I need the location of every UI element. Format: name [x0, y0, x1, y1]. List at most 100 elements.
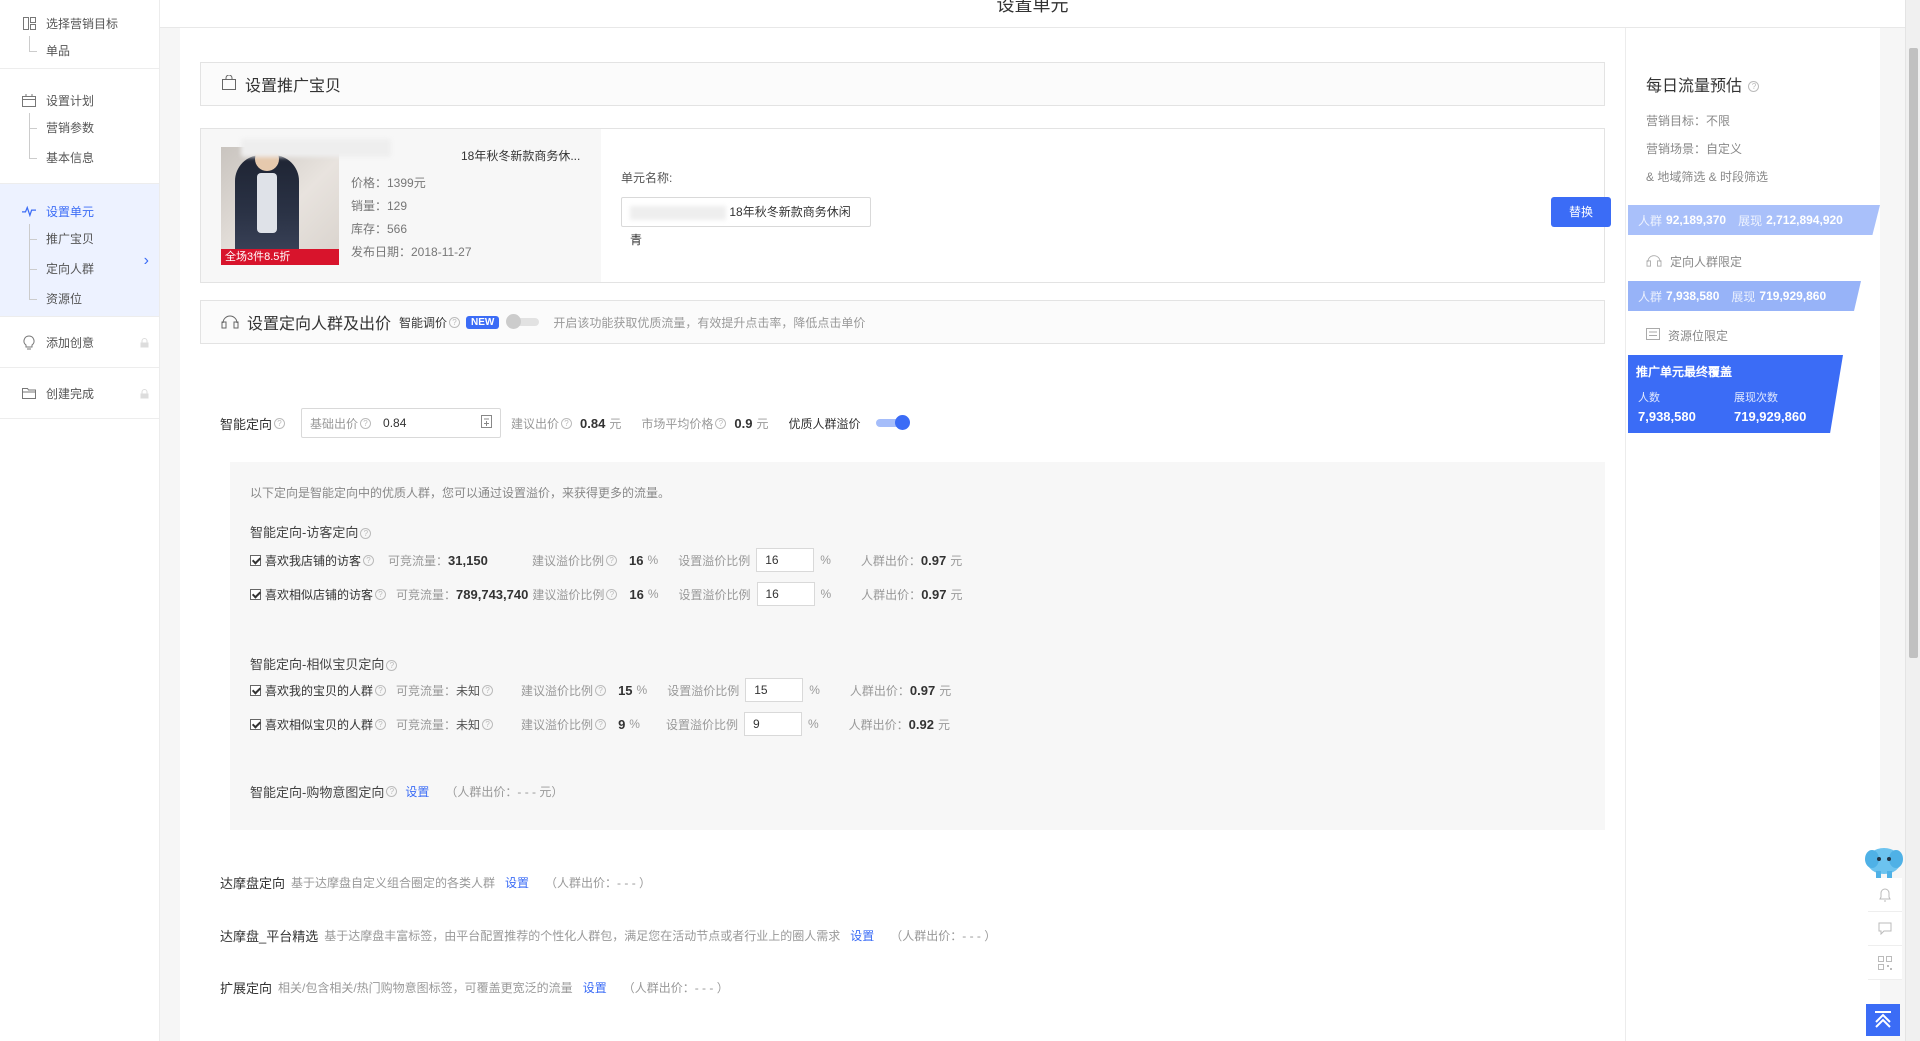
- help-icon[interactable]: ?: [386, 786, 398, 797]
- base-bid-input[interactable]: 基础出价 ? 0.84: [301, 408, 502, 438]
- sidebar-sub-item[interactable]: 定向人群: [0, 254, 159, 284]
- chevron-right-icon[interactable]: ›: [144, 252, 149, 270]
- smart-bid-description: 开启该功能获取优质流量，有效提升点击率，降低点击单价: [553, 315, 866, 330]
- blurred-region: [630, 205, 726, 220]
- set-ratio-input[interactable]: 16: [756, 582, 815, 606]
- crowd-bid-label: 人群出价：: [861, 587, 922, 602]
- sidebar-sub-item[interactable]: 推广宝贝: [0, 224, 159, 254]
- product-stock: 库存：566: [351, 222, 408, 236]
- help-icon[interactable]: ?: [449, 316, 461, 328]
- help-icon[interactable]: ?: [386, 660, 398, 672]
- help-icon[interactable]: ?: [1748, 81, 1760, 93]
- help-icon[interactable]: ?: [375, 684, 387, 696]
- suggest-bid-label: 建议出价: [511, 416, 560, 431]
- crowd-limit-label: 定向人群限定: [1646, 253, 1742, 270]
- replace-button[interactable]: 替换: [1551, 197, 1611, 227]
- message-icon[interactable]: [1868, 912, 1902, 946]
- base-bid-value: 0.84: [383, 416, 407, 430]
- premium-toggle[interactable]: [876, 415, 911, 430]
- percent-sign: %: [636, 683, 648, 697]
- suggest-ratio-label: 建议溢价比例: [532, 587, 605, 602]
- help-icon[interactable]: ?: [595, 718, 607, 730]
- help-icon[interactable]: ?: [360, 528, 372, 540]
- smart-bid-toggle[interactable]: [506, 314, 540, 329]
- assistant-mascot-icon[interactable]: [1864, 845, 1904, 879]
- market-avg-label: 市场平均价格: [641, 416, 714, 431]
- traffic-forecast-panel: 每日流量预估 ? 营销目标：不限 营销场景：自定义 & 地域筛选 & 时段筛选 …: [1625, 28, 1880, 1041]
- sidebar-sub-item[interactable]: 营销参数: [0, 113, 159, 143]
- extended-targeting-set-link[interactable]: 设置: [583, 979, 607, 996]
- page-scrollbar[interactable]: [1905, 0, 1920, 1041]
- help-icon[interactable]: ?: [606, 554, 618, 566]
- help-icon[interactable]: ?: [363, 554, 375, 566]
- extended-targeting-row: 扩展定向 相关/包含相关/热门购物意图标签，可覆盖更宽泛的流量 设置 （人群出价…: [220, 978, 729, 997]
- crowd-checkbox[interactable]: [250, 684, 261, 696]
- help-icon[interactable]: ?: [715, 417, 727, 429]
- set-ratio-input[interactable]: 15: [745, 678, 804, 702]
- sidebar-section-complete[interactable]: 创建完成: [0, 368, 159, 419]
- forecast-band-crowd: 人群 7,938,580 展现 719,929,860: [1628, 281, 1861, 311]
- premium-panel: 以下定向是智能定向中的优质人群，您可以通过设置溢价，来获得更多的流量。 智能定向…: [230, 462, 1605, 830]
- crowd-checkbox[interactable]: [250, 554, 261, 566]
- sidebar-section-goal[interactable]: 选择营销目标 单品: [0, 0, 159, 69]
- grid-icon: [22, 16, 36, 30]
- dmp-targeting-set-link[interactable]: 设置: [505, 874, 529, 891]
- set-ratio-label: 设置溢价比例: [665, 717, 738, 732]
- percent-sign: %: [647, 587, 659, 601]
- help-icon[interactable]: ?: [561, 417, 573, 429]
- dmp-platform-title: 达摩盘_平台精选: [220, 929, 319, 944]
- sidebar-section-title[interactable]: 添加创意: [0, 329, 159, 355]
- sidebar-section-creative[interactable]: 添加创意: [0, 317, 159, 368]
- help-icon[interactable]: ?: [482, 718, 494, 730]
- product-promo-tag: 全场3件8.5折: [221, 249, 339, 265]
- sidebar-section-title[interactable]: 创建完成: [0, 380, 159, 406]
- sidebar-section-title[interactable]: 设置单元: [0, 198, 159, 224]
- crowd-bid-label: 人群出价：: [860, 553, 921, 568]
- arrow-up-icon: [1873, 1010, 1893, 1031]
- sidebar-sub-item[interactable]: 资源位: [0, 284, 159, 314]
- folder-icon: [22, 386, 36, 400]
- dmp-targeting-bid: （人群出价：- - - ）: [545, 876, 652, 890]
- help-icon[interactable]: ?: [375, 588, 387, 600]
- calculator-icon[interactable]: [481, 415, 493, 431]
- scrollbar-thumb[interactable]: [1909, 48, 1918, 658]
- help-icon[interactable]: ?: [360, 417, 372, 429]
- group-title-similar-item: 智能定向-相似宝贝定向?: [250, 654, 398, 673]
- product-name[interactable]: 18年秋冬新款商务休...: [351, 147, 580, 164]
- help-icon[interactable]: ?: [606, 588, 618, 600]
- crowd-bid-value: 0.97: [909, 682, 936, 698]
- qrcode-icon[interactable]: [1868, 946, 1902, 980]
- unit-name-input[interactable]: 18年秋冬新款商务休闲青: [621, 197, 871, 247]
- sidebar-section-title[interactable]: 选择营销目标: [0, 10, 159, 36]
- bell-icon[interactable]: [1868, 878, 1902, 912]
- crowd-name: 喜欢相似店铺的访客: [265, 587, 374, 602]
- back-to-top-button[interactable]: [1866, 1004, 1900, 1036]
- sidebar-sub-item[interactable]: 基本信息: [0, 143, 159, 173]
- lock-icon: [140, 388, 149, 399]
- crowd-checkbox[interactable]: [250, 588, 261, 600]
- page-title: 设置单元: [996, 0, 1069, 15]
- suggest-ratio-value: 15: [618, 682, 633, 698]
- set-ratio-input[interactable]: 9: [743, 712, 802, 736]
- help-icon[interactable]: ?: [482, 684, 494, 696]
- help-icon[interactable]: ?: [595, 684, 607, 696]
- percent-sign: %: [807, 717, 819, 731]
- market-avg-value: 0.9: [734, 415, 753, 431]
- premium-label: 优质人群溢价: [788, 416, 861, 431]
- shopping-intent-set-link[interactable]: 设置: [405, 783, 429, 800]
- bulb-icon: [22, 334, 36, 349]
- help-icon[interactable]: ?: [274, 417, 286, 429]
- help-icon[interactable]: ?: [375, 718, 387, 730]
- dmp-platform-set-link[interactable]: 设置: [850, 927, 874, 944]
- item-section-header: 设置推广宝贝: [200, 62, 1605, 106]
- sidebar-sub-item[interactable]: 单品: [0, 36, 159, 66]
- crowd-checkbox[interactable]: [250, 718, 261, 730]
- set-ratio-input[interactable]: 16: [756, 548, 815, 572]
- base-bid-label: 基础出价: [310, 416, 359, 431]
- sidebar-section-plan[interactable]: 设置计划 营销参数 基本信息: [0, 69, 159, 184]
- dmp-targeting-row: 达摩盘定向 基于达摩盘自定义组合圈定的各类人群 设置 （人群出价：- - - ）: [220, 873, 651, 892]
- sidebar-section-title[interactable]: 设置计划: [0, 87, 159, 113]
- sidebar-section-unit[interactable]: 设置单元 推广宝贝 定向人群 资源位 ›: [0, 184, 159, 317]
- crowd-name: 喜欢我的宝贝的人群: [265, 683, 374, 698]
- extended-targeting-desc: 相关/包含相关/热门购物意图标签，可覆盖更宽泛的流量: [278, 981, 573, 995]
